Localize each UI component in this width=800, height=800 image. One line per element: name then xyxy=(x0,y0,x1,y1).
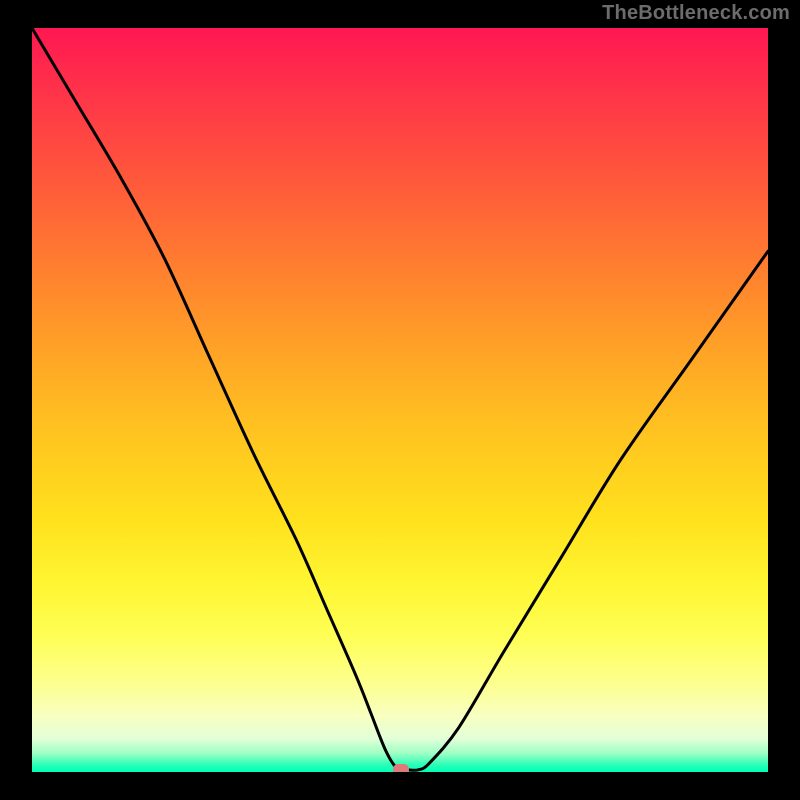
plot-area xyxy=(32,28,768,772)
optimum-marker xyxy=(393,764,409,772)
curve-layer xyxy=(32,28,768,772)
bottleneck-curve xyxy=(32,28,768,770)
chart-frame: TheBottleneck.com xyxy=(0,0,800,800)
watermark-text: TheBottleneck.com xyxy=(602,2,790,25)
